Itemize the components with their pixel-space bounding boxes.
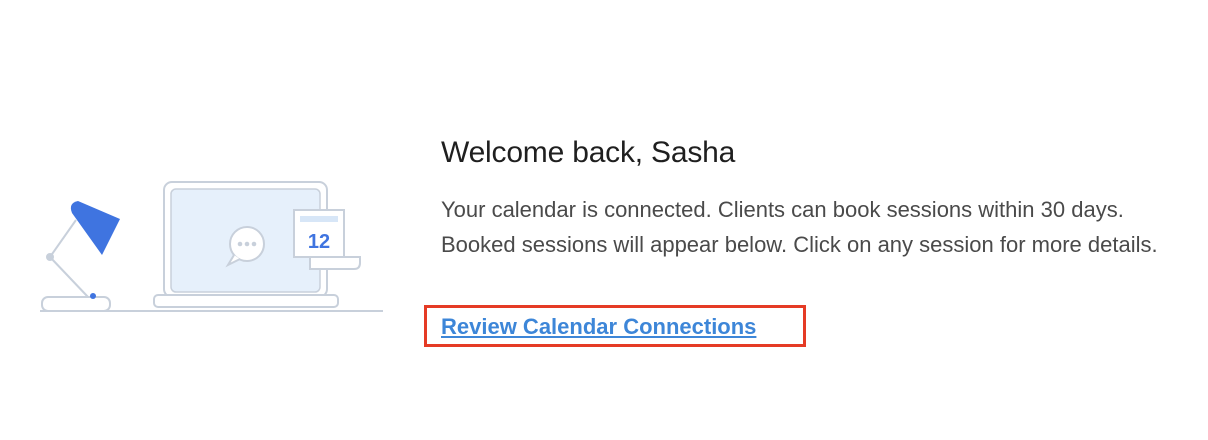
welcome-panel: Welcome back, Sasha Your calendar is con…	[441, 136, 1181, 262]
welcome-illustration: 12	[38, 175, 388, 320]
review-calendar-connections-link[interactable]: Review Calendar Connections	[441, 314, 756, 340]
review-link-highlight: Review Calendar Connections	[424, 305, 806, 347]
calendar-day: 12	[308, 231, 330, 253]
desk-lamp-icon	[41, 201, 120, 312]
illustration-svg: 12	[40, 181, 383, 312]
welcome-title: Welcome back, Sasha	[441, 136, 736, 169]
welcome-message: Your calendar is connected. Clients can …	[441, 197, 1158, 257]
